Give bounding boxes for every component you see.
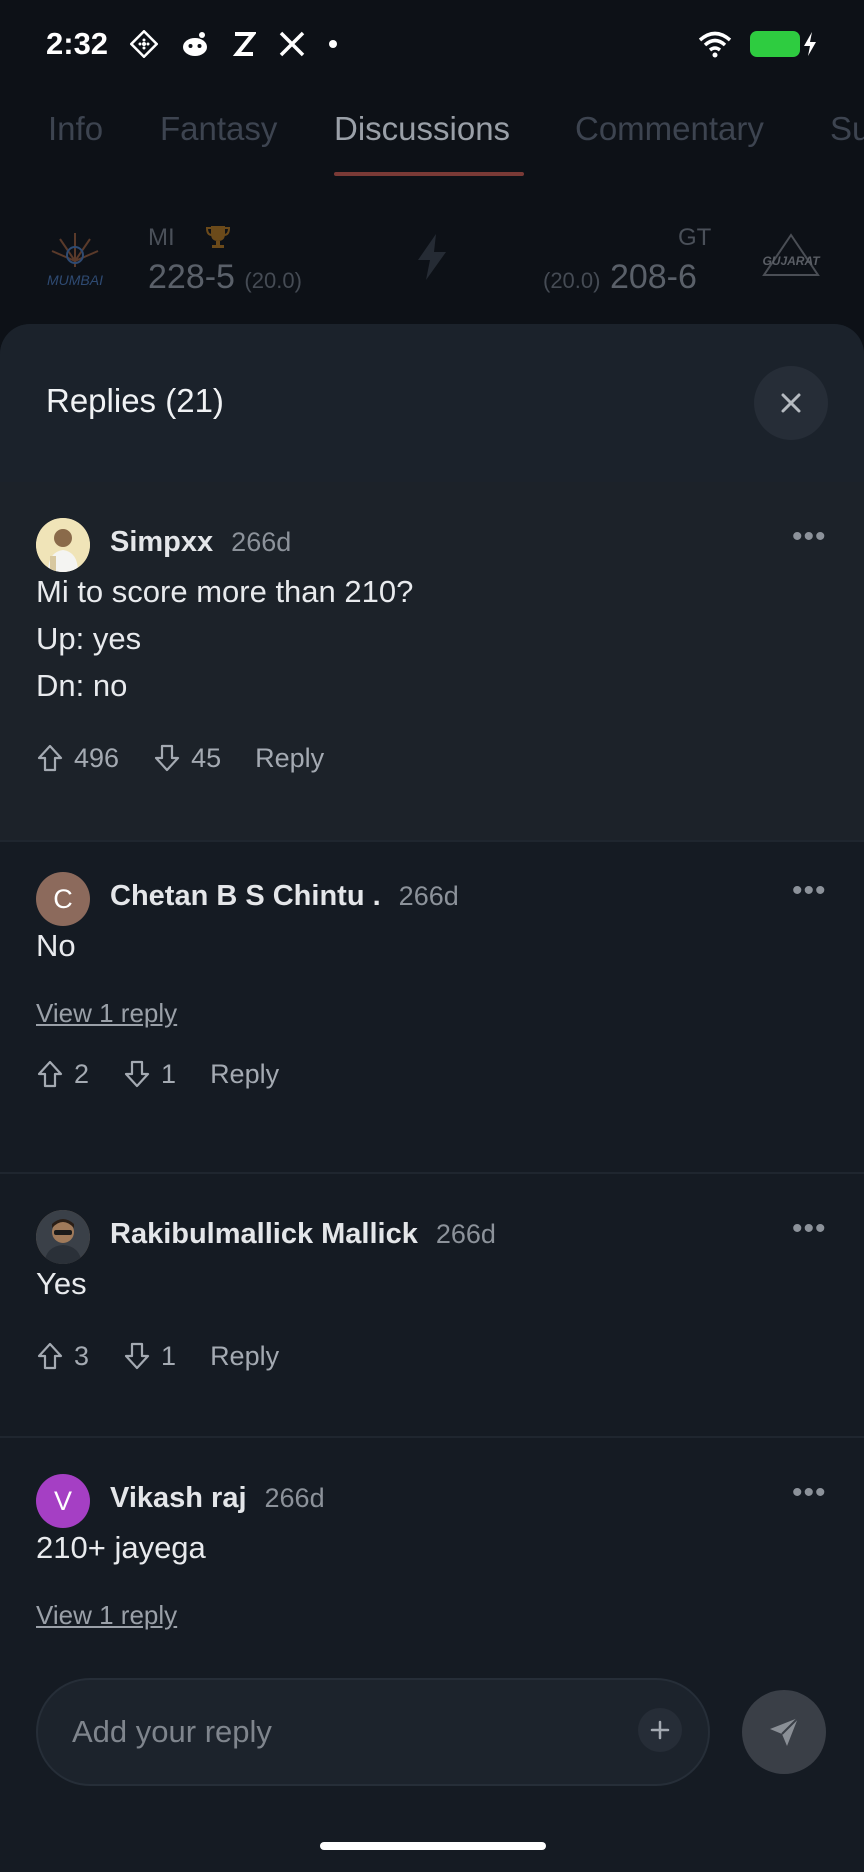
x-icon: [278, 31, 306, 57]
send-icon: [770, 1717, 799, 1746]
avatar[interactable]: C: [36, 872, 90, 926]
comment-item: Simpxx 266d ••• Mi to score more than 210…: [0, 482, 864, 842]
downvote-count: 45: [191, 742, 222, 773]
comment-actions: 496 45 Reply: [36, 738, 324, 778]
svg-text:MUMBAI: MUMBAI: [47, 272, 103, 288]
downvote-button[interactable]: 1: [123, 1341, 176, 1372]
sheet-title: Replies (21): [46, 382, 224, 419]
upvote-button[interactable]: 496: [36, 743, 119, 774]
downvote-count: 1: [161, 1340, 177, 1371]
arrow-up-icon: [37, 744, 63, 772]
more-options-icon[interactable]: •••: [792, 874, 827, 908]
tab-fantasy[interactable]: Fantasy: [160, 110, 277, 148]
reddit-icon: [180, 30, 210, 58]
comment-text-line: 210+ jayega: [36, 1530, 206, 1565]
diamond-grid-icon: [130, 30, 159, 58]
downvote-button[interactable]: 45: [153, 743, 221, 774]
score-row: MUMBAI MI 228-5 (20.0) GT (20.0) 208-6 G…: [0, 218, 864, 308]
comment-author[interactable]: Vikash raj 266d: [110, 1482, 325, 1515]
upvote-button[interactable]: 2: [36, 1059, 89, 1090]
comment-item: Rakibulmallick Mallick 266d ••• Yes 3 1 R…: [0, 1174, 864, 1438]
close-icon: [781, 393, 801, 413]
comment-author[interactable]: Rakibulmallick Mallick 266d: [110, 1218, 496, 1251]
avatar[interactable]: [36, 1210, 90, 1264]
upvote-button[interactable]: 3: [36, 1341, 89, 1372]
battery-level: [750, 31, 800, 57]
z-icon: [232, 31, 257, 57]
send-button[interactable]: [742, 1690, 826, 1774]
view-replies-link[interactable]: View 1 reply: [36, 1600, 177, 1631]
comment-age: 266d: [398, 881, 459, 911]
comment-age: 266d: [435, 1219, 496, 1249]
replies-sheet: Replies (21) Simpxx 266d ••• Mi to score …: [0, 324, 864, 1872]
match-header: Info Fantasy Discussions Commentary Su M…: [0, 88, 864, 328]
comment-actions: 2 1 Reply: [36, 1054, 279, 1094]
tab-commentary[interactable]: Commentary: [575, 110, 764, 148]
status-bar: 2:32: [0, 0, 864, 88]
tab-info[interactable]: Info: [48, 110, 103, 148]
home-indicator[interactable]: [320, 1842, 546, 1850]
avatar[interactable]: V: [36, 1474, 90, 1528]
comment-text-line: No: [36, 928, 76, 963]
comment-text-line: Yes: [36, 1266, 87, 1301]
plus-icon: [650, 1720, 670, 1740]
more-options-icon[interactable]: •••: [792, 1212, 827, 1246]
downvote-count: 1: [161, 1058, 177, 1089]
comment-age: 266d: [231, 527, 292, 557]
upvote-count: 496: [74, 742, 120, 773]
trophy-icon: [204, 224, 232, 255]
close-button[interactable]: [754, 366, 828, 440]
tab-overflow[interactable]: Su: [830, 110, 864, 148]
upvote-count: 3: [74, 1340, 90, 1371]
arrow-down-icon: [124, 1342, 150, 1370]
team1-short-name: MI: [148, 224, 175, 251]
status-time: 2:32: [46, 26, 109, 61]
dot-icon: [328, 39, 338, 49]
team2-short-name: GT: [678, 224, 712, 251]
reply-button[interactable]: Reply: [210, 1341, 279, 1372]
comment-text-line: Dn: no: [36, 668, 128, 703]
team1-score: 228-5 (20.0): [148, 258, 302, 296]
battery-charging-icon: [750, 31, 818, 57]
comment-item: C Chetan B S Chintu . 266d ••• No View 1 …: [0, 842, 864, 1174]
reply-composer: [0, 1650, 864, 1872]
reply-input[interactable]: [36, 1678, 710, 1786]
arrow-down-icon: [154, 744, 180, 772]
comment-actions: 3 1 Reply: [36, 1336, 279, 1376]
reply-button[interactable]: Reply: [210, 1059, 279, 1090]
team2-logo: GUJARAT: [752, 224, 830, 294]
attach-button[interactable]: [638, 1708, 682, 1752]
more-options-icon[interactable]: •••: [792, 1476, 827, 1510]
tab-discussions[interactable]: Discussions: [334, 110, 510, 148]
comment-text-line: Mi to score more than 210?: [36, 574, 414, 609]
downvote-button[interactable]: 1: [123, 1059, 176, 1090]
more-options-icon[interactable]: •••: [792, 520, 827, 554]
wifi-icon: [698, 30, 732, 58]
arrow-up-icon: [37, 1060, 63, 1088]
reply-button[interactable]: Reply: [255, 743, 324, 774]
comment-author[interactable]: Chetan B S Chintu . 266d: [110, 880, 459, 913]
lightning-icon: [412, 232, 452, 293]
team2-score: (20.0) 208-6: [543, 258, 697, 296]
system-icons: [698, 30, 818, 58]
active-tab-indicator: [334, 172, 524, 176]
svg-text:GUJARAT: GUJARAT: [762, 254, 821, 268]
avatar[interactable]: [36, 518, 90, 572]
upvote-count: 2: [74, 1058, 90, 1089]
comment-text-line: Up: yes: [36, 621, 142, 656]
team1-logo: MUMBAI: [36, 224, 114, 294]
notification-icons: [130, 30, 338, 58]
comment-author[interactable]: Simpxx 266d: [110, 526, 291, 559]
view-replies-link[interactable]: View 1 reply: [36, 998, 177, 1029]
sheet-header: Replies (21): [0, 324, 864, 482]
comment-age: 266d: [264, 1483, 325, 1513]
match-tabs: Info Fantasy Discussions Commentary Su: [0, 88, 864, 178]
arrow-up-icon: [37, 1342, 63, 1370]
arrow-down-icon: [124, 1060, 150, 1088]
